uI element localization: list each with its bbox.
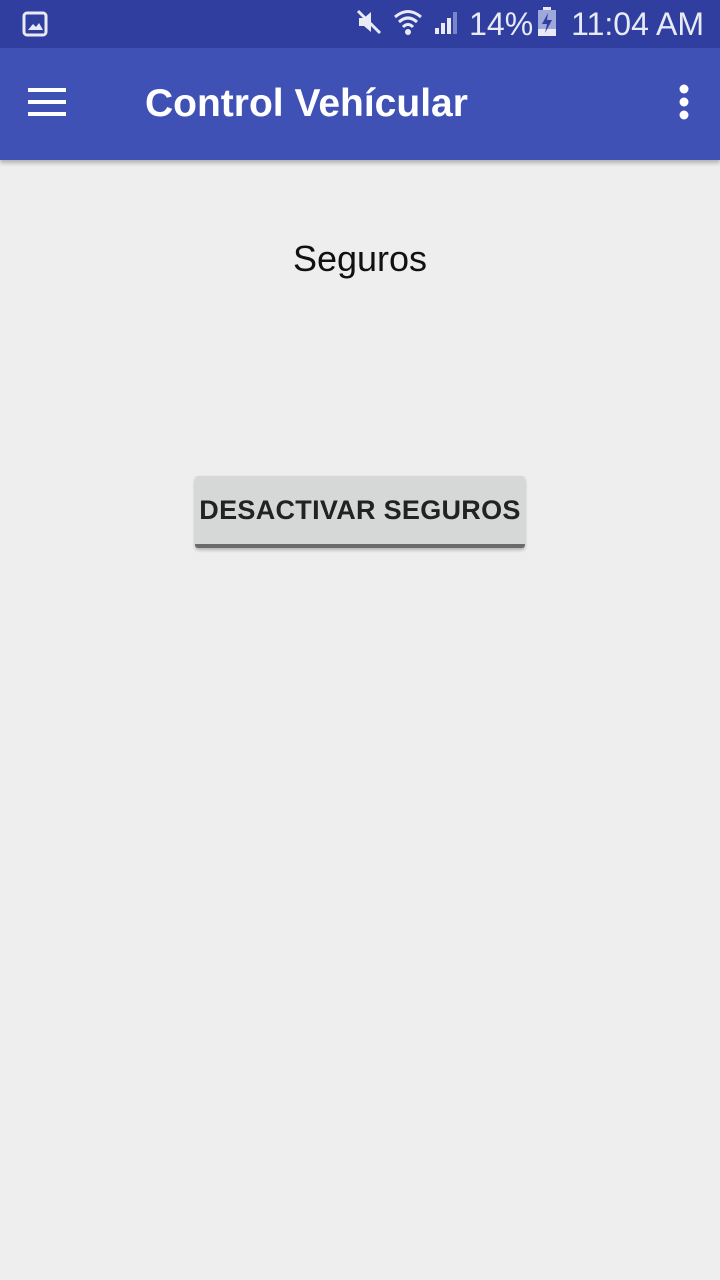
app-screen: 14% 11:04 AM Control Vehícular Seguros D… (0, 0, 720, 1280)
app-bar: Control Vehícular (0, 48, 720, 160)
clock: 11:04 AM (571, 6, 704, 42)
section-title: Seguros (292, 238, 428, 279)
signal-icon (433, 8, 461, 41)
more-vert-icon (678, 84, 690, 125)
battery-percent: 14% (469, 6, 534, 42)
hamburger-menu-icon (28, 87, 68, 122)
wifi-icon (393, 7, 423, 42)
mute-icon (355, 8, 383, 41)
deactivate-locks-button[interactable]: DESACTIVAR SEGUROS (195, 476, 525, 548)
battery-charging-icon (537, 6, 557, 42)
status-icons: 14% 11:04 AM (345, 0, 704, 48)
image-notification-icon (22, 11, 48, 37)
app-title: Control Vehícular (145, 82, 468, 125)
navigation-menu-button[interactable] (20, 76, 76, 132)
overflow-menu-button[interactable] (666, 76, 702, 132)
status-bar: 14% 11:04 AM (0, 0, 720, 48)
